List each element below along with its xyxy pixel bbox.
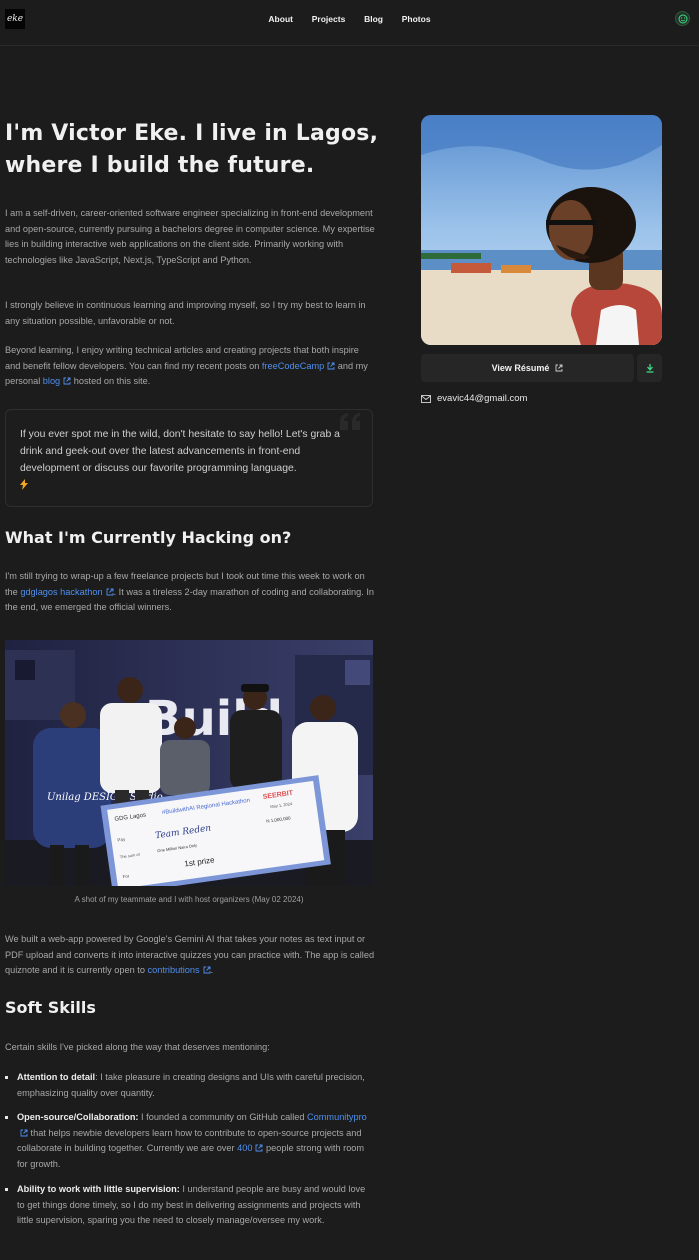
skill-text-a: I founded a community on GitHub called (138, 1112, 308, 1122)
main-nav: About Projects Blog Photos (0, 14, 699, 25)
intro-paragraph-1: I am a self-driven, career-oriented soft… (5, 208, 375, 265)
list-item: Ability to work with little supervision:… (5, 1182, 375, 1229)
site-header: eke About Projects Blog Photos (0, 0, 699, 46)
email-address: evavic44@gmail.com (437, 393, 528, 404)
page-title: I'm Victor Eke. I live in Lagos, where I… (5, 121, 379, 178)
nav-blog[interactable]: Blog (364, 14, 383, 24)
hacking-heading: What I'm Currently Hacking on? (5, 528, 292, 547)
external-link-icon (63, 377, 71, 385)
smile-face-icon (678, 14, 687, 23)
contributions-link-label: contributions (147, 965, 200, 975)
blog-link-label: blog (42, 376, 61, 386)
profile-portrait (421, 115, 662, 345)
view-resume-button[interactable]: View Résumé (421, 354, 634, 382)
intro-paragraph-3: Beyond learning, I enjoy writing technic… (5, 343, 375, 390)
list-item: Attention to detail: I take pleasure in … (5, 1070, 375, 1101)
list-item: Open-source/Collaboration: I founded a c… (5, 1110, 375, 1172)
soft-skills-heading: Soft Skills (5, 998, 96, 1017)
gdglagos-hackathon-link[interactable]: gdglagos hackathon (20, 586, 114, 597)
members-count-link-label: 400 (237, 1143, 253, 1153)
hackathon-team-photo: Build Unilag DESIGN Studio GDG Lagos #Bu… (5, 640, 373, 886)
greeting-callout: If you ever spot me in the wild, don't h… (5, 409, 373, 507)
skill-title: Ability to work with little supervision: (17, 1184, 180, 1194)
soft-skills-intro: Certain skills I've picked along the way… (5, 1042, 270, 1052)
hacking-paragraph: I'm still trying to wrap-up a few freela… (5, 569, 375, 616)
nav-projects[interactable]: Projects (312, 14, 346, 24)
nav-about[interactable]: About (268, 14, 293, 24)
external-link-icon (20, 1129, 28, 1136)
quiznote-p-text-b: . (210, 965, 214, 975)
download-icon (646, 363, 653, 373)
contributions-link[interactable]: contributions (148, 965, 211, 975)
email-link[interactable]: evavic44@gmail.com (421, 393, 527, 404)
external-link-icon (106, 588, 114, 595)
freecodecamp-link[interactable]: freeCodeCamp (262, 361, 335, 371)
intro-p3-text-c: hosted on this site. (71, 376, 151, 386)
cheque-for-label: For (122, 873, 130, 879)
skill-title: Open-source/Collaboration: (17, 1112, 139, 1122)
quiznote-paragraph: We built a web-app powered by Google's G… (5, 932, 375, 979)
external-link-icon (555, 364, 563, 372)
blog-link[interactable]: blog (43, 376, 71, 386)
freecodecamp-link-label: freeCodeCamp (261, 360, 325, 371)
members-count-link[interactable]: 400 (237, 1143, 263, 1153)
callout-text: If you ever spot me in the wild, don't h… (20, 429, 340, 474)
skill-title: Attention to detail (17, 1072, 96, 1082)
intro-paragraph-2: I strongly believe in continuous learnin… (5, 300, 366, 326)
nav-photos[interactable]: Photos (402, 14, 431, 24)
gdglagos-hackathon-link-label: gdglagos hackathon (20, 586, 103, 597)
photo-caption: A shot of my teammate and I with host or… (74, 895, 304, 904)
communitypro-link-label: Communitypro (307, 1112, 367, 1122)
theme-toggle-button[interactable] (675, 11, 690, 26)
external-link-icon (203, 966, 211, 974)
lightning-icon (20, 479, 358, 496)
mail-icon (421, 394, 431, 403)
quote-mark-icon (340, 413, 360, 430)
view-resume-label: View Résumé (491, 363, 550, 373)
download-resume-button[interactable] (637, 354, 662, 382)
